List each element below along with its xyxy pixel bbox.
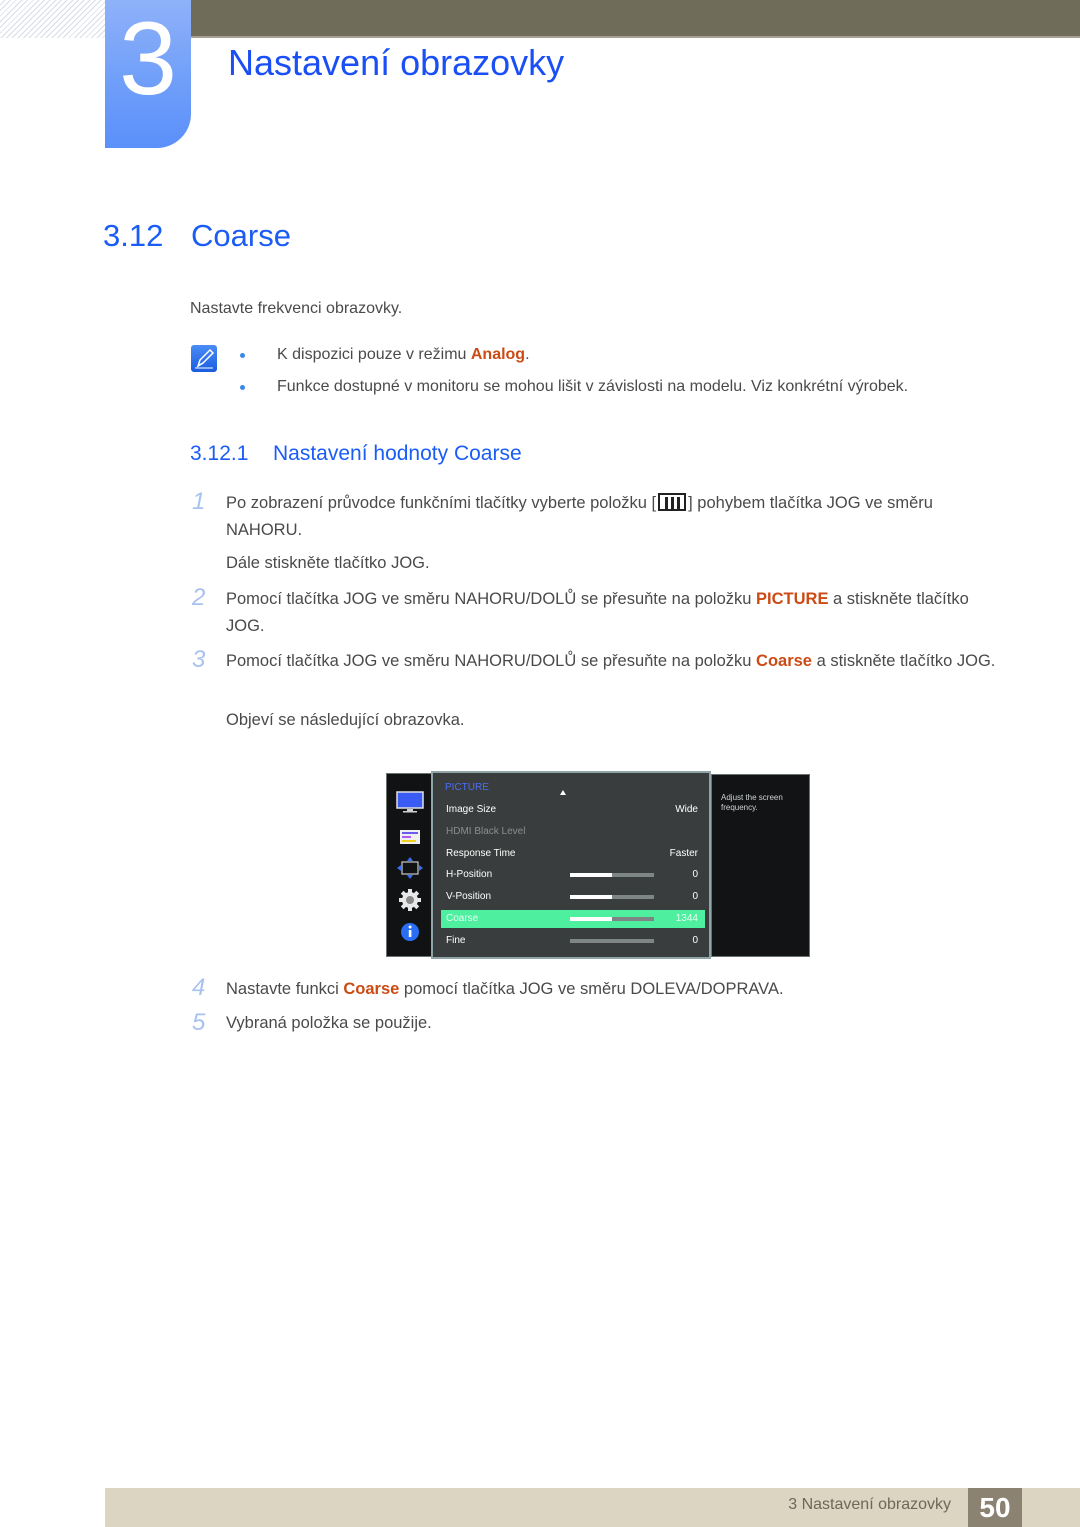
chapter-number: 3 xyxy=(119,1,177,117)
osd-item-label: V-Position xyxy=(446,891,492,903)
osd-slider-bar[interactable] xyxy=(570,895,654,900)
step-number: 4 xyxy=(192,974,206,1001)
monitor-icon xyxy=(395,790,425,814)
footer-chapter-label: 3 Nastavení obrazovky xyxy=(788,1496,951,1513)
osd-slider-bar[interactable] xyxy=(570,917,654,921)
page-number: 50 xyxy=(968,1488,1022,1527)
osd-item-label: Coarse xyxy=(446,913,479,924)
osd-item-value: 0 xyxy=(692,891,698,903)
header-bar xyxy=(190,0,1080,38)
picture-settings-icon xyxy=(395,825,425,849)
osd-item-value: 0 xyxy=(692,869,698,881)
osd-help-panel: Adjust the screen frequency. xyxy=(711,774,810,957)
osd-item-label: HDMI Black Level xyxy=(446,825,526,837)
osd-sidebar xyxy=(386,773,432,957)
osd-item-value: 1344 xyxy=(675,913,698,924)
osd-slider-fill xyxy=(570,917,612,921)
highlight-analog: Analog xyxy=(470,346,526,363)
osd-slider-bar[interactable] xyxy=(570,873,654,878)
info-icon xyxy=(395,920,425,944)
menu-grid-icon xyxy=(658,493,687,511)
osd-menu-panel: PICTURE Image Size Wide HDMI Black Level Re… xyxy=(431,771,711,959)
osd-menu-item[interactable]: Coarse 1344 xyxy=(441,910,705,928)
osd-menu-item[interactable]: Image Size Wide xyxy=(441,801,705,819)
chapter-tab: 3 xyxy=(105,0,191,148)
osd-item-label: Image Size xyxy=(446,804,497,815)
gear-icon xyxy=(395,888,425,912)
header-hatch-decoration xyxy=(0,0,105,38)
osd-slider-fill xyxy=(570,873,612,878)
subsection-title: Nastavení hodnoty Coarse xyxy=(273,442,522,465)
osd-item-value: 0 xyxy=(692,934,698,946)
step-text: Vybraná položka se použije. xyxy=(226,1014,432,1032)
step-text: Po zobrazení průvodce funkčními tlačítky… xyxy=(226,493,933,539)
resize-arrows-icon xyxy=(395,856,425,880)
section-title: Coarse xyxy=(191,218,291,253)
highlight-coarse: Coarse xyxy=(343,980,400,998)
osd-menu-item[interactable]: Fine 0 xyxy=(441,932,705,950)
osd-slider-fill xyxy=(570,895,612,900)
subsection-number: 3.12.1 xyxy=(190,442,249,465)
osd-screenshot: PICTURE Image Size Wide HDMI Black Level Re… xyxy=(386,771,810,959)
osd-menu-item[interactable]: Response Time Faster xyxy=(441,845,705,863)
subsection-heading: 3.12.1 Nastavení hodnoty Coarse xyxy=(190,441,522,467)
note-pencil-icon xyxy=(191,345,217,372)
osd-item-value: Faster xyxy=(669,847,698,859)
osd-menu-item[interactable]: HDMI Black Level xyxy=(441,823,705,841)
osd-item-label: Response Time xyxy=(446,847,516,859)
osd-menu-item[interactable]: V-Position 0 xyxy=(441,888,705,906)
step-number: 3 xyxy=(192,646,206,673)
step-text: Pomocí tlačítka JOG ve směru NAHORU/DOLŮ… xyxy=(226,590,969,635)
step-text: Nastavte funkci Coarse pomocí tlačítka J… xyxy=(226,980,784,998)
highlight-picture: PICTURE xyxy=(756,590,829,608)
bullet-icon xyxy=(240,385,245,390)
scroll-up-arrow-icon xyxy=(560,790,566,795)
osd-menu-item[interactable]: H-Position 0 xyxy=(441,866,705,884)
section-intro: Nastavte frekvenci obrazovky. xyxy=(190,300,403,317)
osd-item-label: H-Position xyxy=(446,869,493,881)
step-subtext: Dále stiskněte tlačítko JOG. xyxy=(226,554,430,572)
osd-slider-bar[interactable] xyxy=(570,938,654,943)
chapter-title: Nastavení obrazovky xyxy=(228,42,565,83)
osd-item-value: Wide xyxy=(675,804,698,815)
section-number: 3.12 xyxy=(103,218,164,253)
osd-menu-title: PICTURE xyxy=(445,782,489,793)
step-number: 5 xyxy=(192,1009,206,1036)
step-number: 1 xyxy=(192,488,206,515)
osd-help-text: Adjust the screen frequency. xyxy=(721,793,783,812)
footer-bar: 3 Nastavení obrazovky xyxy=(105,1488,1080,1527)
highlight-coarse: Coarse xyxy=(756,652,812,670)
bullet-icon xyxy=(240,353,245,358)
step-text: Pomocí tlačítka JOG ve směru NAHORU/DOLŮ… xyxy=(226,652,996,670)
step-number: 2 xyxy=(192,584,206,611)
osd-item-label: Fine xyxy=(446,934,466,946)
section-heading: 3.12 Coarse xyxy=(103,216,291,256)
step-subtext: Objeví se následující obrazovka. xyxy=(226,711,465,729)
